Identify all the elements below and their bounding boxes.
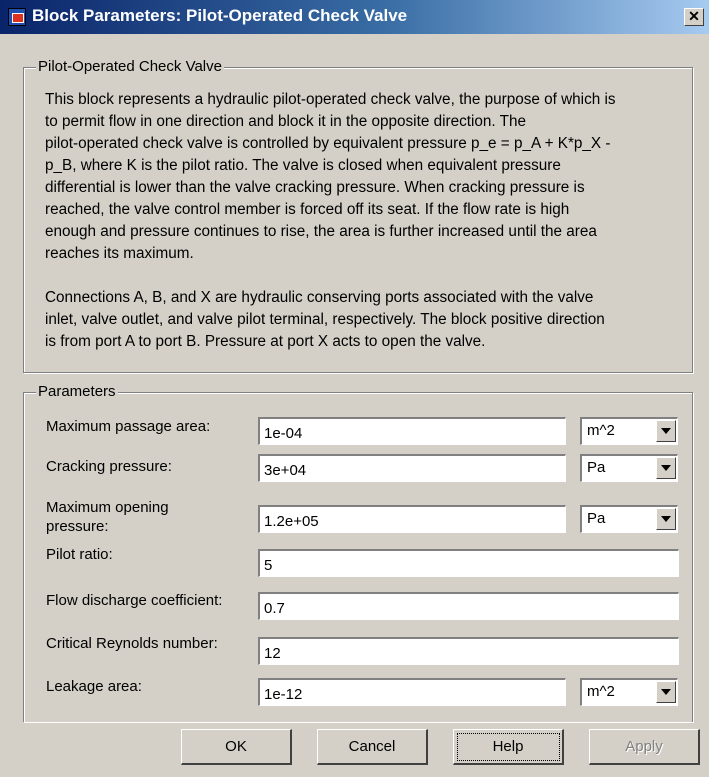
help-button[interactable]: Help <box>453 729 564 765</box>
chevron-down-icon[interactable] <box>656 508 676 530</box>
pilot-ratio-label: Pilot ratio: <box>46 546 113 563</box>
leakage-area-input[interactable] <box>258 678 566 706</box>
unit-value: Pa <box>587 510 606 527</box>
description-line: is from port A to port B. Pressure at po… <box>45 333 486 350</box>
max-opening-pressure-label: Maximum opening pressure: <box>46 498 256 536</box>
description-line: reached, the valve control member is for… <box>45 201 570 218</box>
ok-button[interactable]: OK <box>181 729 292 765</box>
leakage-area-unit-select[interactable]: m^2 <box>580 678 678 706</box>
max-passage-area-input[interactable] <box>258 417 566 445</box>
chevron-down-icon[interactable] <box>656 420 676 442</box>
critical-reynolds-number-label: Critical Reynolds number: <box>46 635 218 652</box>
simulink-block-icon <box>8 8 26 26</box>
description-line: inlet, valve outlet, and valve pilot ter… <box>45 311 605 328</box>
chevron-down-icon[interactable] <box>656 681 676 703</box>
chevron-down-icon[interactable] <box>656 457 676 479</box>
max-opening-pressure-input[interactable] <box>258 505 566 533</box>
description-line: pilot-operated check valve is controlled… <box>45 135 611 152</box>
description-line: to permit flow in one direction and bloc… <box>45 113 526 130</box>
description-line: enough and pressure continues to rise, t… <box>45 223 597 240</box>
cancel-button[interactable]: Cancel <box>317 729 428 765</box>
unit-value: m^2 <box>587 683 615 700</box>
cracking-pressure-label: Cracking pressure: <box>46 458 172 475</box>
close-icon: ✕ <box>688 8 700 24</box>
critical-reynolds-number-input[interactable] <box>258 637 679 665</box>
label-line: Maximum opening <box>46 499 169 516</box>
apply-button[interactable]: Apply <box>589 729 700 765</box>
cracking-pressure-unit-select[interactable]: Pa <box>580 454 678 482</box>
description-line: This block represents a hydraulic pilot-… <box>45 91 616 108</box>
pilot-ratio-input[interactable] <box>258 549 679 577</box>
description-line: reaches its maximum. <box>45 245 194 262</box>
title-bar[interactable]: Block Parameters: Pilot-Operated Check V… <box>0 0 709 34</box>
max-passage-area-unit-select[interactable]: m^2 <box>580 417 678 445</box>
label-line: pressure: <box>46 518 109 535</box>
description-line: Connections A, B, and X are hydraulic co… <box>45 289 594 306</box>
flow-discharge-coefficient-input[interactable] <box>258 592 679 620</box>
max-passage-area-label: Maximum passage area: <box>46 418 211 435</box>
cracking-pressure-input[interactable] <box>258 454 566 482</box>
close-button[interactable]: ✕ <box>684 8 704 26</box>
leakage-area-label: Leakage area: <box>46 678 142 695</box>
unit-value: m^2 <box>587 422 615 439</box>
description-line: p_B, where K is the pilot ratio. The val… <box>45 157 561 174</box>
description-legend: Pilot-Operated Check Valve <box>36 58 224 75</box>
flow-discharge-coefficient-label: Flow discharge coefficient: <box>46 592 223 609</box>
window-title: Block Parameters: Pilot-Operated Check V… <box>32 6 408 25</box>
max-opening-pressure-unit-select[interactable]: Pa <box>580 505 678 533</box>
parameters-legend: Parameters <box>36 383 118 400</box>
description-line: differential is lower than the valve cra… <box>45 179 585 196</box>
unit-value: Pa <box>587 459 606 476</box>
